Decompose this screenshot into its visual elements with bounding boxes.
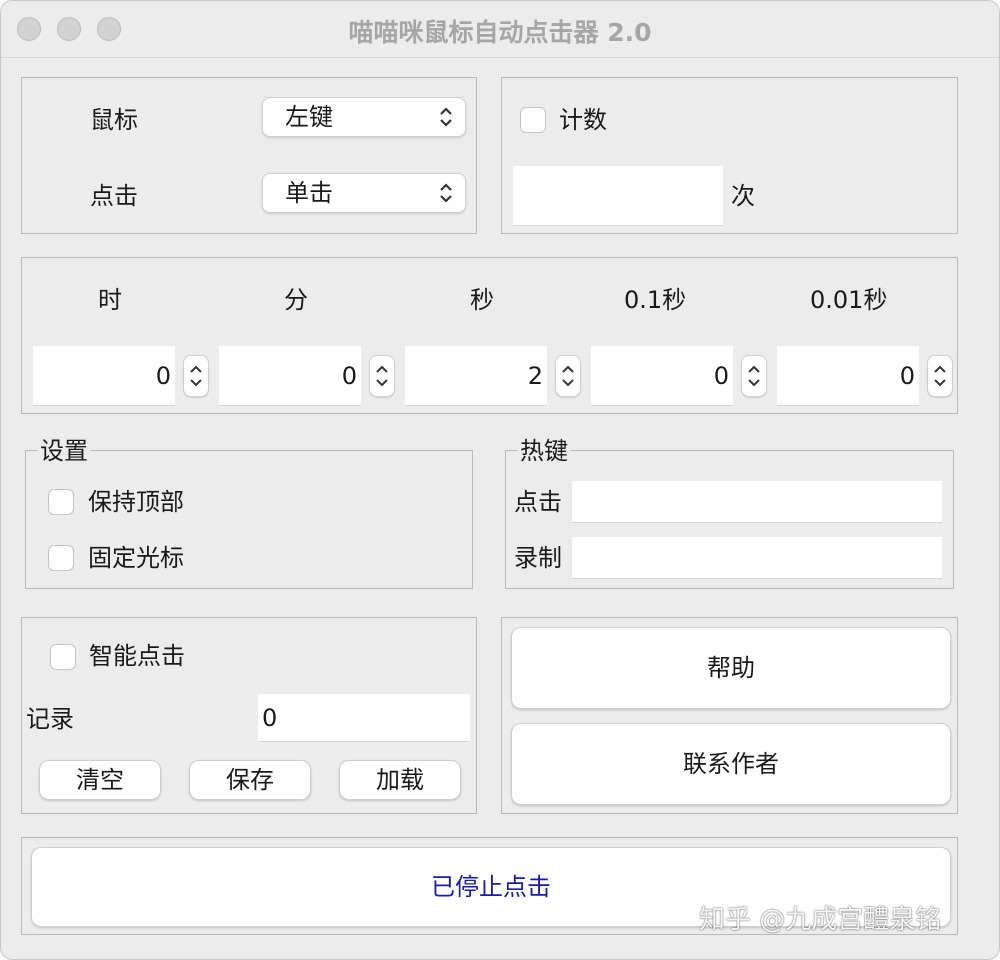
mouse-label: 鼠标 — [90, 106, 138, 134]
click-hotkey-input[interactable] — [572, 481, 942, 523]
seconds-stepper[interactable] — [555, 355, 581, 397]
app-window: 喵喵咪鼠标自动点击器 2.0 鼠标 左键 点击 单击 计数 次 时 分 秒 0.… — [0, 0, 1000, 960]
stepper-arrows-icon — [190, 365, 202, 387]
fix-cursor-label: 固定光标 — [88, 544, 184, 572]
hotkeys-group-title: 热键 — [518, 437, 570, 465]
watermark-text: 知乎 @九成宫醴泉铭 — [699, 905, 942, 935]
minutes-header: 分 — [284, 286, 308, 314]
up-down-chevron-icon — [440, 107, 452, 127]
count-unit-label: 次 — [731, 182, 755, 210]
count-input[interactable] — [513, 166, 723, 226]
mouse-button-select[interactable]: 左键 — [262, 97, 466, 137]
click-hotkey-label: 点击 — [514, 488, 562, 516]
load-button[interactable]: 加载 — [339, 760, 461, 800]
minutes-input[interactable]: 0 — [219, 346, 361, 406]
click-type-label: 点击 — [90, 182, 138, 210]
seconds-header: 秒 — [470, 286, 494, 314]
count-panel: 计数 次 — [501, 77, 958, 234]
record-count-field[interactable]: 0 — [258, 694, 470, 742]
record-count-label: 记录 — [26, 705, 74, 733]
click-type-value: 单击 — [285, 179, 333, 207]
stepper-arrows-icon — [748, 365, 760, 387]
tenth-seconds-header: 0.1秒 — [624, 286, 687, 314]
settings-group-title: 设置 — [38, 437, 90, 465]
count-checkbox[interactable] — [520, 107, 546, 133]
smart-click-label: 智能点击 — [89, 642, 185, 670]
hundredth-seconds-input[interactable]: 0 — [777, 346, 919, 406]
tenth-seconds-stepper[interactable] — [741, 355, 767, 397]
save-button[interactable]: 保存 — [189, 760, 311, 800]
minutes-stepper[interactable] — [369, 355, 395, 397]
record-hotkey-label: 录制 — [514, 544, 562, 572]
count-checkbox-label: 计数 — [559, 106, 607, 134]
smart-click-panel: 智能点击 记录 0 清空 保存 加载 — [21, 617, 477, 814]
contact-author-button[interactable]: 联系作者 — [511, 723, 951, 805]
mouse-panel: 鼠标 左键 点击 单击 — [21, 77, 477, 234]
help-panel: 帮助 联系作者 — [501, 617, 958, 814]
keep-on-top-label: 保持顶部 — [88, 488, 184, 516]
smart-click-checkbox[interactable] — [50, 644, 76, 670]
interval-panel: 时 分 秒 0.1秒 0.01秒 0 0 2 0 0 — [21, 257, 958, 414]
stepper-arrows-icon — [562, 365, 574, 387]
record-hotkey-input[interactable] — [572, 537, 942, 579]
click-type-select[interactable]: 单击 — [262, 173, 466, 213]
hours-header: 时 — [98, 286, 122, 314]
title-bar: 喵喵咪鼠标自动点击器 2.0 — [1, 1, 999, 58]
hundredth-seconds-header: 0.01秒 — [810, 286, 888, 314]
stepper-arrows-icon — [934, 365, 946, 387]
hours-input[interactable]: 0 — [33, 346, 175, 406]
hotkeys-group: 热键 点击 录制 — [505, 437, 954, 589]
help-button[interactable]: 帮助 — [511, 627, 951, 709]
hours-stepper[interactable] — [183, 355, 209, 397]
stepper-arrows-icon — [376, 365, 388, 387]
window-title: 喵喵咪鼠标自动点击器 2.0 — [348, 18, 652, 47]
keep-on-top-checkbox[interactable] — [48, 489, 74, 515]
hundredth-seconds-stepper[interactable] — [927, 355, 953, 397]
seconds-input[interactable]: 2 — [405, 346, 547, 406]
up-down-chevron-icon — [440, 183, 452, 203]
settings-group: 设置 保持顶部 固定光标 — [25, 437, 473, 589]
mouse-button-value: 左键 — [285, 103, 333, 131]
clear-button[interactable]: 清空 — [39, 760, 161, 800]
fix-cursor-checkbox[interactable] — [48, 545, 74, 571]
tenth-seconds-input[interactable]: 0 — [591, 346, 733, 406]
